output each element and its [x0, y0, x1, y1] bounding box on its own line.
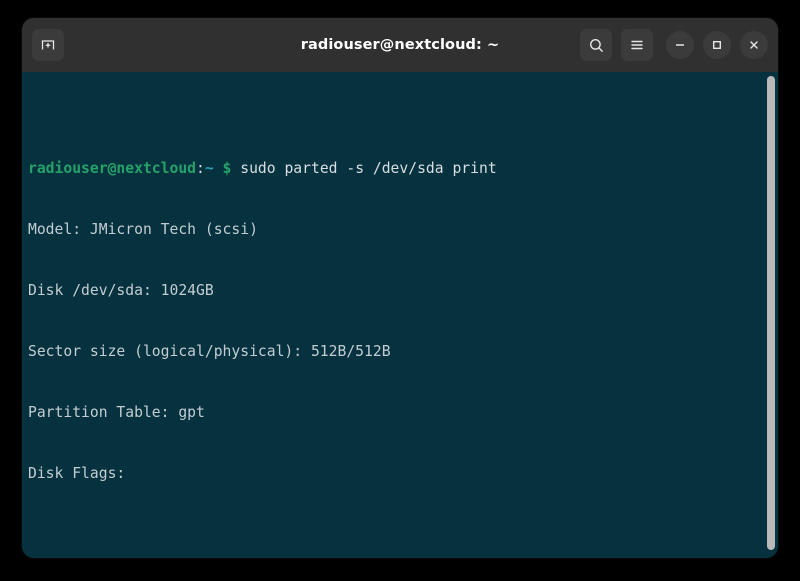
command-line: radiouser@nextcloud:~ $ sudo parted -s /… [28, 159, 778, 179]
output-line: Disk /dev/sda: 1024GB [28, 281, 214, 299]
main-menu-button[interactable] [621, 29, 653, 61]
terminal-window: radiouser@nextcloud: ~ radiouser@nextclo… [22, 18, 778, 558]
hamburger-menu-icon [631, 40, 643, 50]
close-button[interactable] [740, 31, 768, 59]
search-icon [589, 38, 603, 52]
output-line: Sector size (logical/physical): 512B/512… [28, 342, 391, 360]
search-button[interactable] [580, 29, 612, 61]
command-text: sudo parted -s /dev/sda print [240, 160, 497, 178]
maximize-button[interactable] [703, 31, 731, 59]
titlebar-right-controls [580, 29, 768, 61]
prompt-colon: : [196, 160, 205, 178]
titlebar-left-controls [32, 29, 64, 61]
new-tab-icon [41, 40, 55, 50]
titlebar: radiouser@nextcloud: ~ [22, 18, 778, 72]
new-tab-button[interactable] [32, 29, 64, 61]
minimize-button[interactable] [666, 31, 694, 59]
close-icon [750, 41, 758, 49]
output-line: Partition Table: gpt [28, 403, 205, 421]
minimize-icon [675, 44, 685, 46]
maximize-icon [713, 41, 721, 49]
terminal-content-area[interactable]: radiouser@nextcloud:~ $ sudo parted -s /… [22, 72, 778, 558]
terminal-scrollbar[interactable] [764, 72, 778, 558]
terminal-text: radiouser@nextcloud:~ $ sudo parted -s /… [22, 72, 778, 558]
scrollbar-thumb[interactable] [767, 76, 775, 550]
output-line: Model: JMicron Tech (scsi) [28, 221, 258, 239]
prompt-user-host: radiouser@nextcloud [28, 160, 197, 178]
output-line: Disk Flags: [28, 464, 126, 482]
prompt-path: ~ [204, 160, 214, 178]
